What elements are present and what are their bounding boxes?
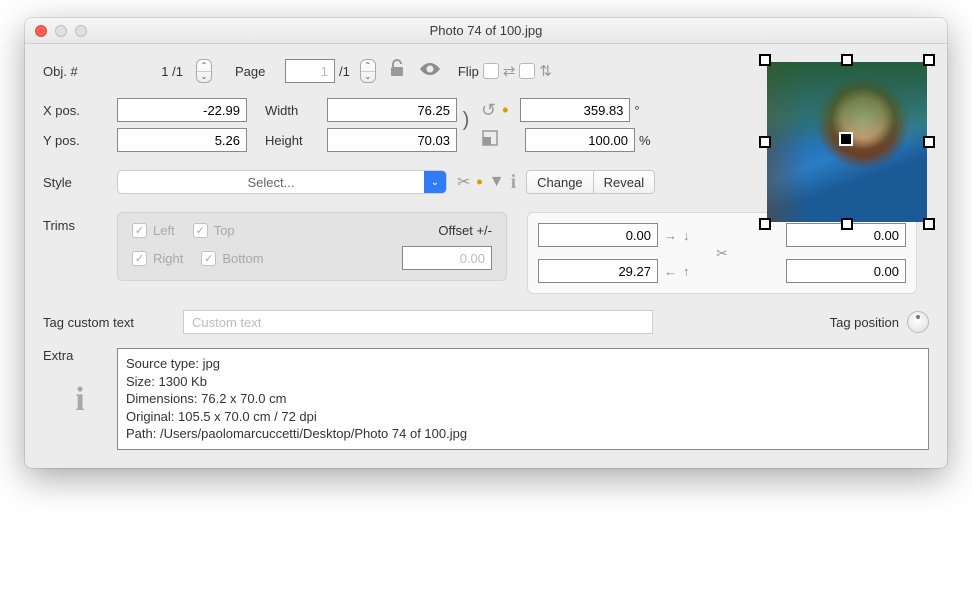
unlock-icon[interactable] <box>388 58 406 84</box>
tag-position-label: Tag position <box>830 315 899 330</box>
style-placeholder: Select... <box>118 175 424 190</box>
page-input[interactable] <box>285 59 335 83</box>
trim-bottom-label: Bottom <box>222 251 263 266</box>
change-button[interactable]: Change <box>526 170 593 194</box>
tag-custom-label: Tag custom text <box>43 315 183 330</box>
scale-icon[interactable] <box>481 129 499 152</box>
trims-panel: ✓ Left ✓ Top Offset +/- ✓ Right ✓ Bottom <box>117 212 507 281</box>
info-icon[interactable]: i <box>511 171 517 194</box>
trim-bottom-checkbox[interactable]: ✓ <box>201 251 216 266</box>
trim-right-checkbox[interactable]: ✓ <box>132 251 147 266</box>
handle-bm[interactable] <box>841 218 853 230</box>
trim-left-label: Left <box>153 223 175 238</box>
arrow-up-icon: ↑ <box>683 264 690 279</box>
flip-h-checkbox[interactable] <box>483 63 499 79</box>
handle-tr[interactable] <box>923 54 935 66</box>
arrow-down-icon: ↓ <box>683 228 690 243</box>
handle-ml[interactable] <box>759 136 771 148</box>
page-label: Page <box>235 64 285 79</box>
xpos-label: X pos. <box>43 103 117 118</box>
offset-input[interactable] <box>402 246 492 270</box>
info-i-icon: i <box>43 381 117 419</box>
titlebar[interactable]: Photo 74 of 100.jpg <box>25 18 947 44</box>
obj-current: 1 /1 <box>117 64 187 79</box>
triangle-down-icon[interactable]: ▼ <box>489 173 505 191</box>
trim-right-label: Right <box>153 251 183 266</box>
image-preview[interactable] <box>757 52 937 232</box>
arrow-right-icon: → <box>664 228 677 243</box>
trims-label: Trims <box>43 212 117 233</box>
handle-tm[interactable] <box>841 54 853 66</box>
reveal-button[interactable]: Reveal <box>593 170 655 194</box>
flip-v-icon: ⇅ <box>539 62 552 80</box>
extra-line5: Path: /Users/paolomarcuccetti/Desktop/Ph… <box>126 425 920 443</box>
extra-line3: Dimensions: 76.2 x 70.0 cm <box>126 390 920 408</box>
rotation-input[interactable] <box>520 98 630 122</box>
offset-label: Offset +/- <box>438 223 492 238</box>
extra-line4: Original: 105.5 x 70.0 cm / 72 dpi <box>126 408 920 426</box>
crop-bl-input[interactable] <box>538 259 658 283</box>
page-stepper[interactable]: ⌃⌄ <box>360 59 376 83</box>
trim-top-label: Top <box>214 223 235 238</box>
inspector-window: Photo 74 of 100.jpg Obj. # 1 /1 ⌃⌄ Page … <box>25 18 947 468</box>
handle-center[interactable] <box>839 132 853 146</box>
window-title: Photo 74 of 100.jpg <box>25 23 947 38</box>
extra-line2: Size: 1300 Kb <box>126 373 920 391</box>
height-label: Height <box>265 133 327 148</box>
handle-mr[interactable] <box>923 136 935 148</box>
page-sep: /1 <box>335 64 354 79</box>
chevron-down-icon: ⌄ <box>424 171 446 193</box>
extra-line1: Source type: jpg <box>126 355 920 373</box>
arrow-left-icon: ← <box>664 264 677 279</box>
scissors-icon[interactable]: ✂ <box>457 172 470 192</box>
extra-label: Extra <box>43 348 117 363</box>
extra-info-box: Source type: jpg Size: 1300 Kb Dimension… <box>117 348 929 450</box>
width-label: Width <box>265 103 327 118</box>
width-input[interactable] <box>327 98 457 122</box>
height-input[interactable] <box>327 128 457 152</box>
trim-left-checkbox[interactable]: ✓ <box>132 223 147 238</box>
style-select[interactable]: Select... ⌄ <box>117 170 447 194</box>
tag-custom-input[interactable] <box>183 310 653 334</box>
tag-position-dial[interactable] <box>907 311 929 333</box>
flip-h-icon: ⇄ <box>503 62 516 80</box>
ypos-label: Y pos. <box>43 133 117 148</box>
eye-icon[interactable] <box>418 60 442 83</box>
crop-br-input[interactable] <box>786 259 906 283</box>
link-brace: ) <box>457 109 475 132</box>
obj-stepper[interactable]: ⌃⌄ <box>196 59 212 83</box>
handle-tl[interactable] <box>759 54 771 66</box>
ypos-input[interactable] <box>117 128 247 152</box>
scale-input[interactable] <box>525 128 635 152</box>
handle-bl[interactable] <box>759 218 771 230</box>
trim-top-checkbox[interactable]: ✓ <box>193 223 208 238</box>
rotate-icon[interactable]: ↺ <box>481 100 496 121</box>
scale-unit: % <box>639 133 651 148</box>
crop-scissors-icon: ✂ <box>538 249 906 257</box>
handle-br[interactable] <box>923 218 935 230</box>
flip-label: Flip <box>458 64 479 79</box>
flip-v-checkbox[interactable] <box>519 63 535 79</box>
xpos-input[interactable] <box>117 98 247 122</box>
crop-tl-input[interactable] <box>538 223 658 247</box>
rotation-unit: ° <box>634 103 639 118</box>
obj-label: Obj. # <box>43 64 117 79</box>
style-label: Style <box>43 175 117 190</box>
